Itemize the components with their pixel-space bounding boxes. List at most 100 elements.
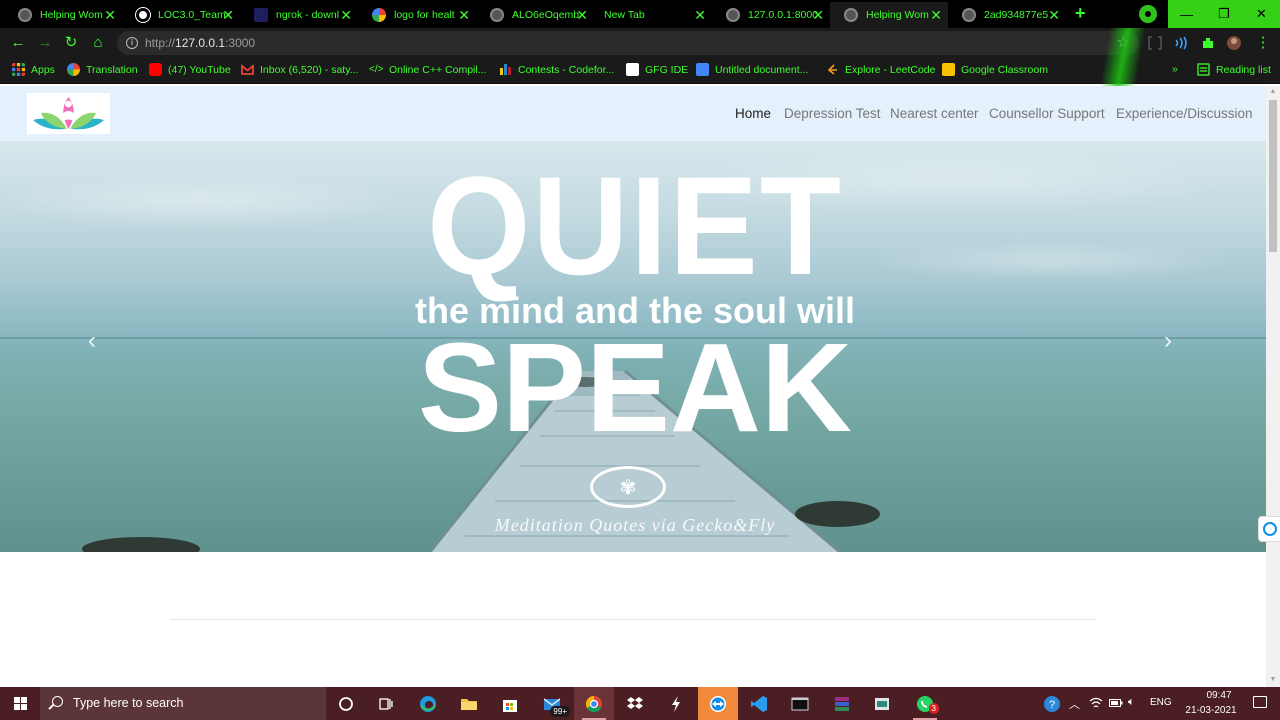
github-icon [136, 8, 150, 22]
taskbar-edge[interactable] [408, 687, 448, 720]
bookmark-translation[interactable]: Translation [67, 63, 138, 76]
scroll-up-icon[interactable]: ▲ [1269, 88, 1277, 96]
tab-title: LOC3.0_Team [158, 9, 226, 21]
avatar[interactable] [1227, 36, 1241, 50]
reload-icon[interactable]: ↻ [62, 34, 80, 52]
nav-link-counsellor-support[interactable]: Counsellor Support [989, 106, 1105, 121]
site-logo[interactable] [27, 93, 110, 134]
start-button[interactable] [0, 687, 40, 720]
forward-icon[interactable]: → [36, 34, 54, 52]
carousel-next-button[interactable]: › [1164, 329, 1172, 353]
taskbar-app-window[interactable] [862, 687, 902, 720]
mail-unread-badge: 99+ [550, 706, 570, 717]
maximize-icon[interactable]: ❐ [1205, 0, 1242, 28]
close-icon[interactable]: ✕ [458, 6, 470, 24]
extensions-puzzle-icon[interactable] [1201, 36, 1215, 50]
back-icon[interactable]: ← [9, 34, 27, 52]
extension-wave-icon[interactable] [1174, 36, 1188, 50]
clock-date[interactable]: 21-03-2021 [1174, 705, 1248, 716]
nav-link-experience-discussion[interactable]: Experience/Discussion [1116, 106, 1253, 121]
scroll-down-icon[interactable]: ▼ [1269, 676, 1277, 684]
close-icon[interactable]: ✕ [222, 6, 234, 24]
taskbar-mail[interactable]: 99+ [532, 687, 572, 720]
language-indicator[interactable]: ENG [1150, 697, 1172, 708]
close-icon[interactable]: ✕ [576, 6, 588, 24]
code-icon: </> [369, 64, 384, 75]
help-icon[interactable]: ? [1043, 695, 1061, 713]
taskbar-file-explorer[interactable] [449, 687, 489, 720]
notification-center-icon[interactable] [1253, 696, 1267, 708]
battery-icon[interactable] [1109, 698, 1123, 708]
page-scrollbar[interactable]: ▲ ▼ [1266, 86, 1280, 687]
close-icon[interactable]: ✕ [1048, 6, 1060, 24]
taskbar-vscode[interactable] [739, 687, 779, 720]
scrollbar-thumb[interactable] [1269, 100, 1277, 252]
volume-icon[interactable]: 🔈︎ [1128, 696, 1135, 709]
bookmark-label: (47) YouTube [168, 63, 231, 76]
browser-tab-active[interactable]: Helping Wom ✕ [830, 2, 948, 28]
terminal-icon [791, 697, 809, 710]
taskbar-dropbox[interactable] [615, 687, 655, 720]
browser-tab[interactable]: Helping Wom ✕ [4, 2, 122, 28]
close-window-icon[interactable]: ✕ [1243, 0, 1280, 28]
bookmarks-overflow-button[interactable]: » [1172, 63, 1178, 75]
browser-tab[interactable]: 127.0.0.1:8000 ✕ [712, 2, 830, 28]
wifi-icon[interactable] [1089, 697, 1103, 709]
reading-list-button[interactable]: Reading list [1197, 63, 1271, 76]
browser-tab[interactable]: ALO6eOqemb ✕ [476, 2, 594, 28]
browser-tab[interactable]: New Tab ✕ [594, 2, 712, 28]
nav-link-nearest-center[interactable]: Nearest center [890, 106, 979, 121]
browser-tab[interactable]: 2ad934877e5 ✕ [948, 2, 1066, 28]
bookmark-label: Untitled document... [715, 63, 809, 76]
teamviewer-quickconnect-icon[interactable] [1258, 516, 1280, 542]
taskbar-teamviewer[interactable] [698, 687, 738, 720]
extension-bracket-icon[interactable] [1148, 36, 1162, 50]
taskbar-store[interactable] [490, 687, 530, 720]
browser-tab[interactable]: logo for healt ✕ [358, 2, 476, 28]
taskbar-bolt-app[interactable] [656, 687, 696, 720]
profile-icon[interactable] [1139, 5, 1157, 23]
menu-kebab-icon[interactable]: ⋮ [1254, 34, 1272, 52]
bookmark-gfg-ide[interactable]: GFG IDE [626, 63, 688, 76]
close-icon[interactable]: ✕ [812, 6, 824, 24]
new-tab-button[interactable]: + [1075, 4, 1086, 22]
taskbar-search[interactable]: Type here to search [40, 687, 326, 720]
bookmark-codeforces[interactable]: Contests - Codefor... [499, 63, 614, 76]
browser-tab[interactable]: LOC3.0_Team ✕ [122, 2, 240, 28]
codeforces-icon [500, 64, 511, 75]
bookmark-google-classroom[interactable]: Google Classroom [942, 63, 1048, 76]
bookmark-leetcode[interactable]: Explore - LeetCode [826, 63, 935, 76]
show-hidden-icons-chevron-icon[interactable]: ︿ [1069, 696, 1080, 712]
bookmark-cpp-compiler[interactable]: </> Online C++ Compil... [369, 63, 486, 76]
carousel-prev-button[interactable]: ‹ [88, 329, 96, 353]
taskbar-chrome[interactable] [574, 687, 614, 720]
nav-link-depression-test[interactable]: Depression Test [784, 106, 881, 121]
close-icon[interactable]: ✕ [930, 6, 942, 24]
taskbar-whatsapp[interactable]: 3 [905, 687, 945, 720]
taskbar-winrar[interactable] [822, 687, 862, 720]
bookmark-untitled-document[interactable]: Untitled document... [696, 63, 808, 76]
url-text[interactable]: http://127.0.0.1:3000 [145, 36, 255, 50]
browser-tab[interactable]: ngrok - downl ✕ [240, 2, 358, 28]
tab-title: ALO6eOqemb [512, 9, 580, 21]
bookmark-label: Translation [86, 63, 138, 76]
home-icon[interactable]: ⌂ [89, 34, 107, 52]
tab-title: New Tab [604, 9, 645, 21]
close-icon[interactable]: ✕ [694, 6, 706, 24]
minimize-icon[interactable]: — [1168, 0, 1205, 28]
nav-link-home[interactable]: Home [735, 106, 771, 121]
close-icon[interactable]: ✕ [340, 6, 352, 24]
address-bar[interactable]: i http://127.0.0.1:3000 ☆ [117, 31, 1139, 55]
clock-time[interactable]: 09:47 [1192, 690, 1246, 701]
close-icon[interactable]: ✕ [104, 6, 116, 24]
tab-title: Helping Wom [866, 9, 929, 21]
cortana-button[interactable] [326, 687, 366, 720]
bookmark-youtube[interactable]: (47) YouTube [149, 63, 231, 76]
bookmark-apps[interactable]: Apps [12, 63, 55, 76]
bookmark-star-icon[interactable]: ☆ [1117, 33, 1130, 51]
site-info-icon[interactable]: i [126, 37, 138, 49]
task-view-button[interactable] [366, 687, 406, 720]
taskbar-terminal[interactable] [780, 687, 820, 720]
bookmark-gmail[interactable]: Inbox (6,520) - saty... [241, 63, 358, 76]
bookmark-label: Apps [31, 63, 55, 76]
